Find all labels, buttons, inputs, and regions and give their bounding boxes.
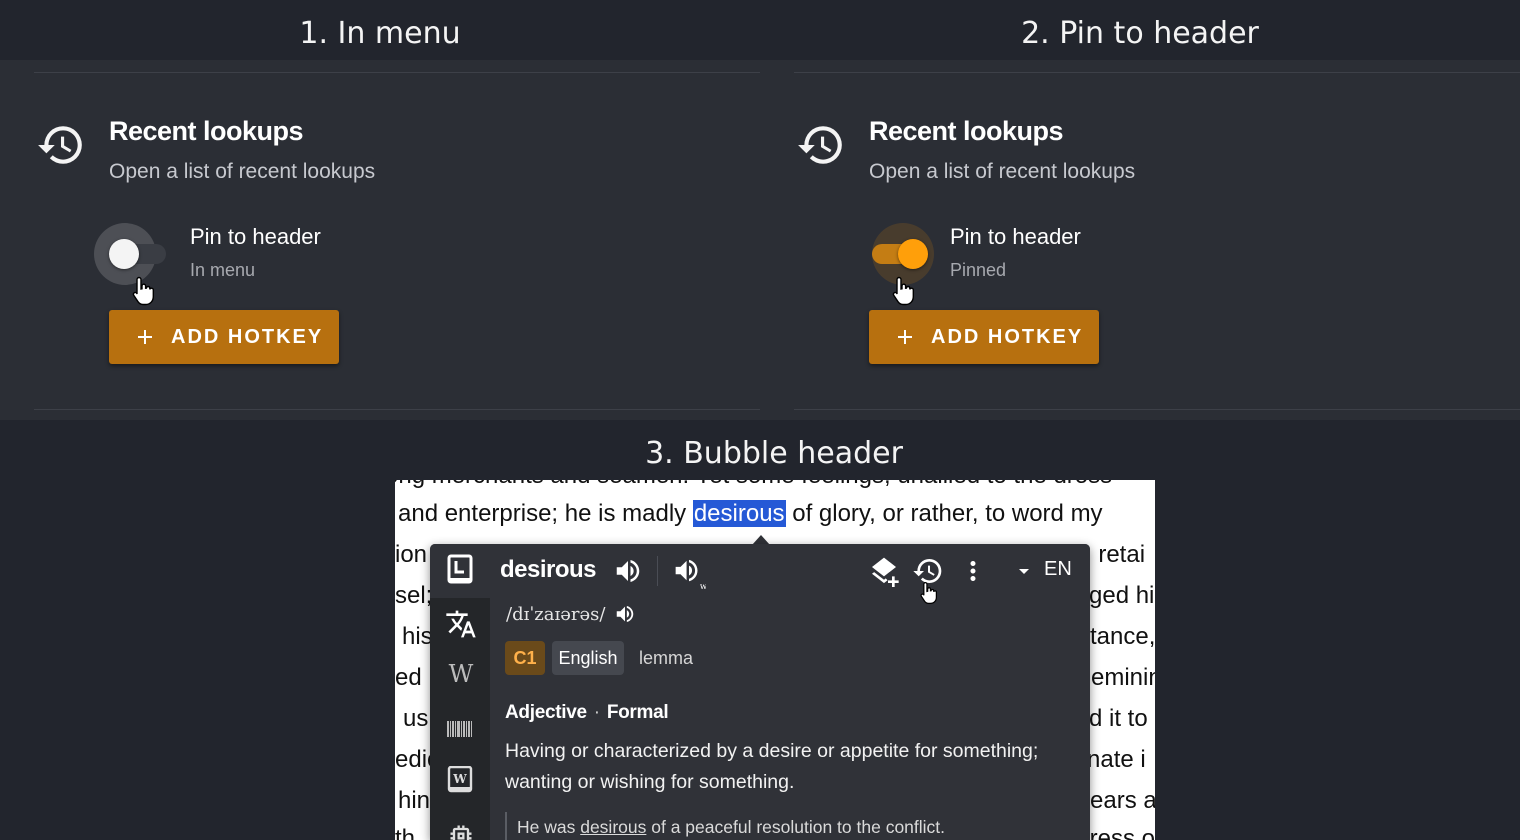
book-line: d it to <box>1089 705 1148 732</box>
dictionary-bubble: W W desirous w EN /dɪˈzaɪərəs/ C1 Englis… <box>430 544 1090 840</box>
add-hotkey-label: ADD HOTKEY <box>931 325 1084 348</box>
source-sidebar: W W <box>430 598 490 840</box>
register-label: Formal <box>606 702 669 723</box>
toggle-thumb <box>898 239 928 269</box>
pin-state: Pinned <box>950 260 1007 280</box>
selected-word[interactable]: desirous <box>692 500 786 527</box>
book-line: his <box>402 623 433 650</box>
example-sentence: He was desirous of a peaceful resolution… <box>505 812 945 840</box>
divider <box>794 409 1520 410</box>
book-line: nate i <box>1087 746 1146 773</box>
book-line: tress o <box>1083 825 1155 840</box>
language-badge: English <box>552 641 624 675</box>
step-1-title: 1. In menu <box>299 16 461 51</box>
plus-icon <box>138 330 152 344</box>
book-line: , retai <box>1085 541 1146 568</box>
dropdown-arrow-icon[interactable] <box>1012 559 1036 583</box>
translate-icon[interactable] <box>445 608 477 640</box>
pronunciation: /dɪˈzaɪərəs/ <box>506 604 606 625</box>
definition: Having or characterized by a desire or a… <box>505 740 1039 793</box>
part-of-speech: Adjective · Formal <box>505 702 669 724</box>
wikipedia-icon[interactable]: W <box>446 660 476 690</box>
history-icon <box>798 126 842 164</box>
pin-state: In menu <box>190 260 256 280</box>
book-line: sel; <box>395 582 433 609</box>
header-divider <box>657 556 658 586</box>
book-line: ed <box>395 664 422 691</box>
book-line: tance, <box>1090 623 1155 650</box>
app-logo-icon[interactable] <box>446 554 474 586</box>
hand-cursor-icon <box>892 276 914 306</box>
book-line: hin <box>398 787 431 814</box>
pos-separator: · <box>593 702 600 723</box>
layers-add-icon[interactable] <box>868 555 900 587</box>
hand-cursor-icon <box>920 581 937 604</box>
toggle-thumb <box>109 239 139 269</box>
svg-text:w: w <box>700 582 706 590</box>
add-hotkey-button[interactable]: ADD HOTKEY <box>109 310 339 364</box>
book-line: eminin <box>1091 664 1155 691</box>
setting-subtitle: Open a list of recent lookups <box>109 160 376 183</box>
book-line: ong merchants and seamen. Yet some feeli… <box>395 480 1112 490</box>
settings-panel-pinned: Recent lookups Open a list of recent loo… <box>760 60 1520 420</box>
wiktionary-icon[interactable]: W <box>447 766 473 794</box>
pin-label: Pin to header <box>190 224 321 249</box>
book-line: us <box>403 705 429 732</box>
svg-text:W: W <box>452 772 467 786</box>
settings-panel-in-menu: Recent lookups Open a list of recent loo… <box>0 60 760 420</box>
lemma-badge: lemma <box>639 647 694 668</box>
step-3-title: 3. Bubble header <box>645 436 903 471</box>
example-text: He was <box>517 817 581 837</box>
barcode-icon[interactable] <box>447 718 473 740</box>
pos-label: Adjective <box>505 702 587 723</box>
book-line: th <box>395 825 416 840</box>
lookup-word: desirous <box>500 556 597 583</box>
step-2-title: 2. Pin to header <box>1021 16 1259 51</box>
speaker-small-icon[interactable] <box>614 603 636 625</box>
setting-title: Recent lookups <box>109 116 304 146</box>
book-line: and enterprise; he is madly desirous of … <box>398 500 1103 528</box>
book-line: ion <box>395 541 428 568</box>
example-highlight: desirous <box>580 817 647 837</box>
setting-subtitle: Open a list of recent lookups <box>869 160 1136 183</box>
divider <box>794 72 1520 73</box>
divider <box>34 409 760 410</box>
pin-label: Pin to header <box>950 224 1081 249</box>
add-hotkey-button[interactable]: ADD HOTKEY <box>869 310 1099 364</box>
speaker-wiktionary-icon[interactable]: w <box>672 556 706 590</box>
bubble-header: desirous w EN <box>430 544 1090 604</box>
more-vert-icon[interactable] <box>958 556 988 586</box>
book-text: and enterprise; he is madly <box>398 500 687 527</box>
speaker-icon[interactable] <box>613 556 643 586</box>
add-hotkey-label: ADD HOTKEY <box>171 325 324 348</box>
history-icon <box>38 126 82 164</box>
book-text: of glory, or rather, to word my <box>792 500 1103 527</box>
chip-icon[interactable] <box>447 822 475 840</box>
cefr-level-badge: C1 <box>505 641 545 675</box>
hand-cursor-icon <box>132 276 154 306</box>
divider <box>34 72 760 73</box>
book-line: ged hi <box>1089 582 1155 609</box>
setting-title: Recent lookups <box>869 116 1064 146</box>
plus-icon <box>898 330 912 344</box>
example-text: of a peaceful resolution to the conflict… <box>646 817 946 837</box>
language-selector[interactable]: EN <box>1044 558 1072 581</box>
